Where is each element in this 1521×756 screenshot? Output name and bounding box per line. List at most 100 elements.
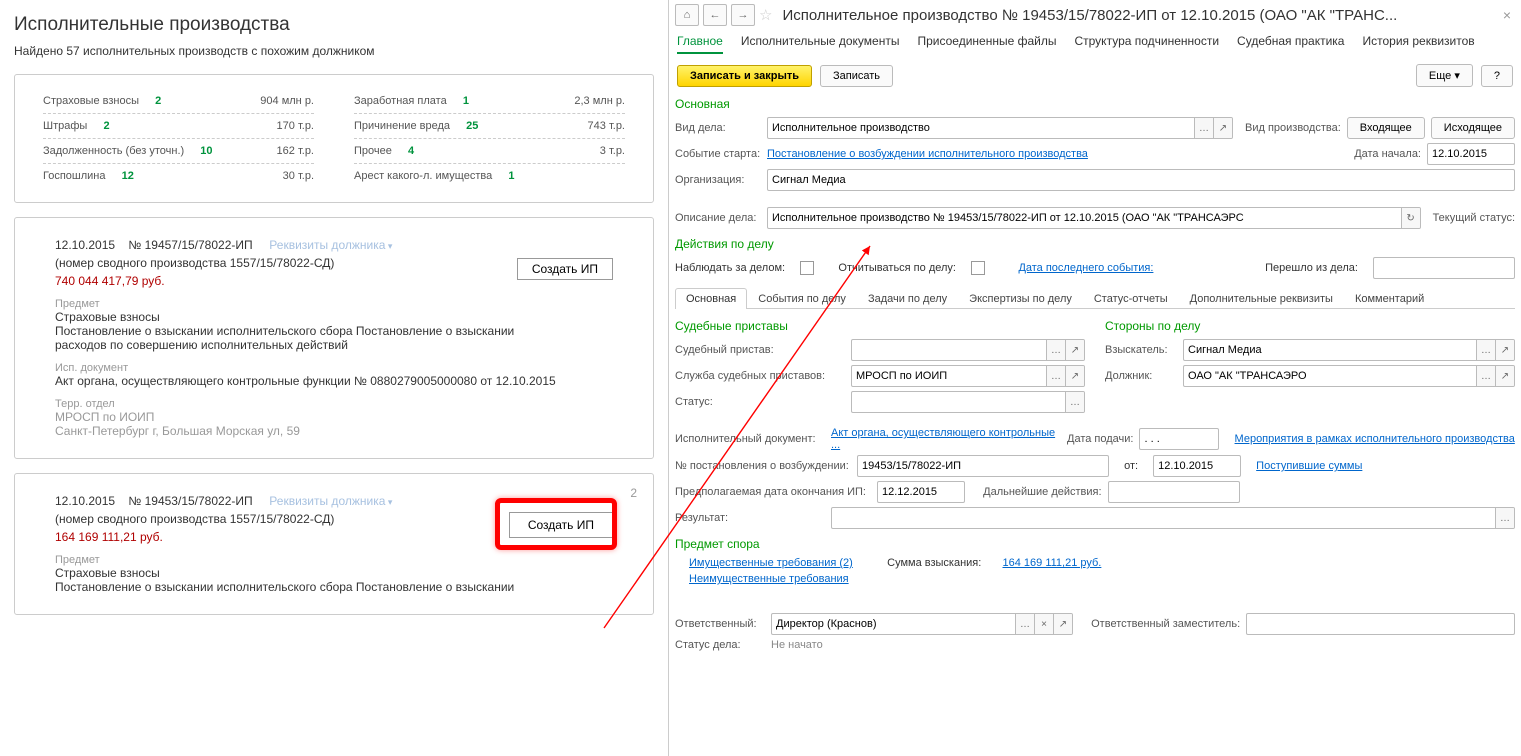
- back-icon[interactable]: ←: [703, 4, 727, 26]
- expdate-label: Предполагаемая дата окончания ИП:: [675, 486, 871, 498]
- card1-debtor-link[interactable]: Реквизиты должника: [269, 238, 392, 252]
- subtab-1[interactable]: События по делу: [747, 288, 857, 309]
- card1-date: 12.10.2015: [55, 238, 115, 252]
- more-button[interactable]: Еще ▾: [1416, 64, 1473, 87]
- section-actions: Действия по делу: [675, 237, 1515, 251]
- open-icon[interactable]: ↗: [1495, 366, 1514, 386]
- deputy-input[interactable]: [1246, 613, 1515, 635]
- open-icon[interactable]: ↗: [1065, 366, 1084, 386]
- property-claims-link[interactable]: Имущественные требования (2): [689, 557, 869, 569]
- measures-link[interactable]: Мероприятия в рамках исполнительного про…: [1235, 433, 1515, 445]
- open-icon[interactable]: ↗: [1065, 340, 1084, 360]
- ellipsis-icon[interactable]: …: [1495, 508, 1514, 528]
- parties-header: Стороны по делу: [1105, 319, 1515, 333]
- org-input[interactable]: [767, 169, 1515, 191]
- refresh-icon[interactable]: ↻: [1401, 208, 1420, 228]
- tab-3[interactable]: Структура подчиненности: [1074, 34, 1219, 54]
- tab-5[interactable]: История реквизитов: [1362, 34, 1474, 54]
- deputy-label: Ответственный заместитель:: [1091, 618, 1240, 630]
- incoming-button[interactable]: Входящее: [1347, 117, 1425, 139]
- found-text: Найдено 57 исполнительных производств с …: [14, 44, 654, 58]
- watch-checkbox[interactable]: [800, 261, 814, 275]
- nonproperty-claims-link[interactable]: Неимущественные требования: [689, 573, 849, 585]
- tab-2[interactable]: Присоединенные файлы: [917, 34, 1056, 54]
- card1-number: № 19457/15/78022-ИП: [128, 238, 252, 252]
- collection-sum-value[interactable]: 164 169 111,21 руб.: [1003, 557, 1102, 569]
- ellipsis-icon[interactable]: …: [1046, 366, 1065, 386]
- current-status-label: Текущий статус:: [1433, 212, 1515, 224]
- chevron-down-icon: ▾: [1454, 70, 1460, 82]
- bailiff-input[interactable]: …↗: [851, 339, 1085, 361]
- status2-input[interactable]: …: [851, 391, 1085, 413]
- ellipsis-icon[interactable]: …: [1476, 366, 1495, 386]
- filed-label: Дата подачи:: [1067, 433, 1133, 445]
- org-label: Организация:: [675, 174, 761, 186]
- stat-row[interactable]: Страховые взносы 2904 млн р.: [43, 89, 314, 114]
- stats-panel: Страховые взносы 2904 млн р.Штрафы 2170 …: [14, 74, 654, 203]
- from-case-label: Перешло из дела:: [1265, 262, 1358, 274]
- save-close-button[interactable]: Записать и закрыть: [677, 65, 812, 87]
- status2-label: Статус:: [675, 396, 845, 408]
- subtab-3[interactable]: Экспертизы по делу: [958, 288, 1083, 309]
- tab-0[interactable]: Главное: [677, 34, 723, 54]
- service-input[interactable]: …↗: [851, 365, 1085, 387]
- subtab-6[interactable]: Комментарий: [1344, 288, 1435, 309]
- ellipsis-icon[interactable]: …: [1015, 614, 1034, 634]
- desc-input[interactable]: ↻: [767, 207, 1421, 229]
- report-checkbox[interactable]: [971, 261, 985, 275]
- forward-icon[interactable]: →: [731, 4, 755, 26]
- case-type-input[interactable]: …↗: [767, 117, 1233, 139]
- tab-1[interactable]: Исполнительные документы: [741, 34, 900, 54]
- save-button[interactable]: Записать: [820, 65, 893, 87]
- close-icon[interactable]: ×: [1499, 7, 1515, 23]
- stat-row[interactable]: Причинение вреда 25743 т.р.: [354, 114, 625, 139]
- ellipsis-icon[interactable]: …: [1046, 340, 1065, 360]
- filed-input[interactable]: ▦: [1139, 428, 1219, 450]
- outgoing-button[interactable]: Исходящее: [1431, 117, 1515, 139]
- create-ip-button-1[interactable]: Создать ИП: [517, 258, 613, 280]
- stat-row[interactable]: Госпошлина 1230 т.р.: [43, 164, 314, 188]
- start-event-link[interactable]: Постановление о возбуждении исполнительн…: [767, 148, 1088, 160]
- result-card-1: 12.10.2015 № 19457/15/78022-ИП Реквизиты…: [14, 217, 654, 459]
- home-icon[interactable]: ⌂: [675, 4, 699, 26]
- subtab-0[interactable]: Основная: [675, 288, 747, 309]
- card2-debtor-link[interactable]: Реквизиты должника: [269, 494, 392, 508]
- ellipsis-icon[interactable]: …: [1476, 340, 1495, 360]
- execdoc-link[interactable]: Акт органа, осуществляющего контрольные …: [831, 427, 1061, 451]
- help-button[interactable]: ?: [1481, 65, 1513, 87]
- start-date-input[interactable]: ▦: [1427, 143, 1515, 165]
- decree-date-input[interactable]: ▦: [1153, 455, 1241, 477]
- result-input[interactable]: …: [831, 507, 1515, 529]
- open-icon[interactable]: ↗: [1213, 118, 1232, 138]
- from-case-input[interactable]: …×↗: [1373, 257, 1515, 279]
- section-main: Основная: [675, 97, 1515, 111]
- responsible-input[interactable]: …×↗: [771, 613, 1073, 635]
- stat-row[interactable]: Заработная плата 12,3 млн р.: [354, 89, 625, 114]
- incoming-sums-link[interactable]: Поступившие суммы: [1256, 460, 1362, 472]
- clear-icon[interactable]: ×: [1034, 614, 1053, 634]
- ellipsis-icon[interactable]: …: [1194, 118, 1213, 138]
- claimant-input[interactable]: …↗: [1183, 339, 1515, 361]
- card1-terr-label: Терр. отдел: [55, 398, 613, 410]
- open-icon[interactable]: ↗: [1053, 614, 1072, 634]
- further-input[interactable]: …↗: [1108, 481, 1240, 503]
- last-event-label[interactable]: Дата последнего события:: [1018, 262, 1153, 274]
- subtab-5[interactable]: Дополнительные реквизиты: [1179, 288, 1344, 309]
- expdate-input[interactable]: ▦: [877, 481, 965, 503]
- subtab-4[interactable]: Статус-отчеты: [1083, 288, 1179, 309]
- card1-amount: 740 044 417,79 руб.: [55, 274, 517, 288]
- card2-subject-text: Постановление о взыскании исполнительско…: [55, 580, 613, 594]
- ellipsis-icon[interactable]: …: [1065, 392, 1084, 412]
- stat-row[interactable]: Прочее 43 т.р.: [354, 139, 625, 164]
- decree-input[interactable]: [857, 455, 1109, 477]
- stat-row[interactable]: Штрафы 2170 т.р.: [43, 114, 314, 139]
- collection-sum-label: Сумма взыскания:: [887, 557, 981, 569]
- favorite-star-icon[interactable]: ☆: [759, 6, 772, 24]
- debtor-input[interactable]: …↗: [1183, 365, 1515, 387]
- tab-4[interactable]: Судебная практика: [1237, 34, 1344, 54]
- open-icon[interactable]: ↗: [1495, 340, 1514, 360]
- stat-row[interactable]: Задолженность (без уточн.) 10162 т.р.: [43, 139, 314, 164]
- subtab-2[interactable]: Задачи по делу: [857, 288, 958, 309]
- stat-row[interactable]: Арест какого-л. имущества 1: [354, 164, 625, 188]
- start-date-label: Дата начала:: [1354, 148, 1421, 160]
